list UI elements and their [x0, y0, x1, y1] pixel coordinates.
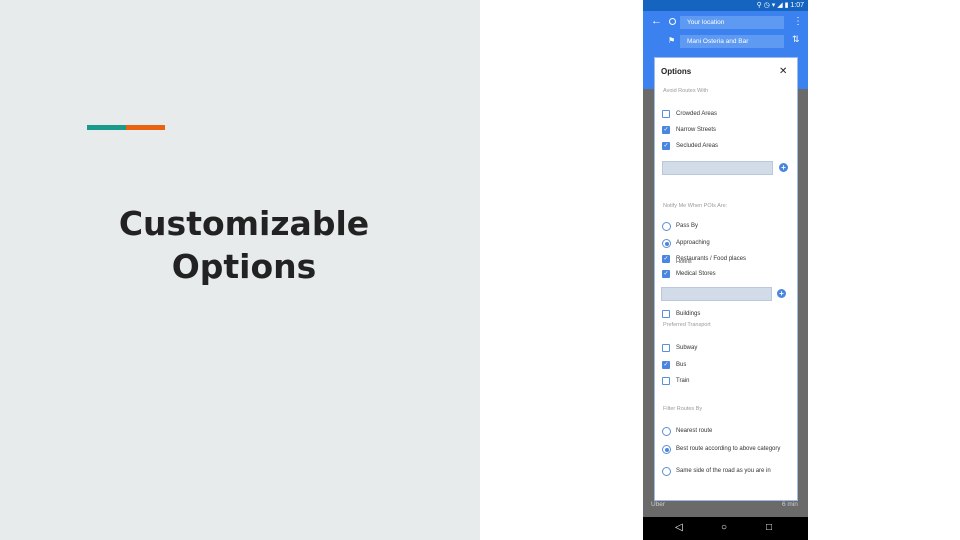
- radio-label: Same side of the road as you are in: [676, 468, 771, 474]
- checkbox-box[interactable]: [662, 344, 670, 352]
- destination-pin-icon: ⚑: [668, 36, 676, 45]
- dialog-title: Options: [661, 67, 692, 76]
- swap-icon[interactable]: ⇅: [792, 34, 800, 45]
- uber-row-time: 6 min: [782, 501, 798, 508]
- checkbox-label: Medical Stores: [676, 271, 716, 277]
- back-arrow-icon[interactable]: ←: [651, 15, 662, 27]
- radio-circle[interactable]: [662, 239, 671, 248]
- recents-icon[interactable]: □: [766, 522, 772, 533]
- radio-circle[interactable]: [662, 467, 671, 476]
- slide-title-line-1: Customizable: [118, 204, 370, 243]
- radio-label: Nearest route: [676, 428, 713, 434]
- more-options-icon[interactable]: ⋮: [793, 16, 803, 27]
- checkbox-box[interactable]: ✓: [662, 361, 670, 369]
- checkbox-box[interactable]: ✓: [662, 142, 670, 150]
- checkbox-label: Secluded Areas: [676, 143, 719, 149]
- close-icon[interactable]: ✕: [779, 66, 787, 77]
- checkbox-box[interactable]: [662, 377, 670, 385]
- overlapping-label: Hotels: [676, 259, 692, 265]
- slide-left-panel: Customizable Options: [0, 0, 480, 540]
- android-nav-bar: ◁ ○ □: [643, 517, 808, 540]
- checkbox-box[interactable]: ✓: [662, 255, 670, 263]
- status-icons: ⚲ ◷ ▾ ◢ ▮: [756, 2, 791, 9]
- checkbox-box[interactable]: ✓: [662, 126, 670, 134]
- section-filter-heading: Filter Routes By: [663, 406, 703, 412]
- home-icon[interactable]: ○: [721, 522, 727, 533]
- checkbox-label: Bus: [676, 362, 687, 368]
- section-avoid-heading: Avoid Routes With: [663, 88, 709, 94]
- my-location-icon: [669, 18, 676, 25]
- checkbox-label: Crowded Areas: [676, 111, 718, 117]
- accent-bar-teal: [87, 125, 126, 130]
- section-transport-heading: Preferred Transport: [663, 322, 711, 328]
- checkbox-label: Train: [676, 378, 690, 384]
- section-notify-heading: Notify Me When POIs Are:: [663, 203, 728, 209]
- status-bar: ⚲ ◷ ▾ ◢ ▮ 1:07: [643, 0, 808, 11]
- radio-label: Best route according to above category: [676, 446, 781, 452]
- notify-custom-input[interactable]: [661, 287, 772, 301]
- avoid-custom-input[interactable]: [662, 161, 773, 175]
- checkbox-label: Subway: [676, 345, 698, 351]
- origin-field[interactable]: Your location: [680, 16, 784, 29]
- checkbox-label: Narrow Streets: [676, 127, 717, 133]
- radio-circle[interactable]: [662, 222, 671, 231]
- checkbox-box[interactable]: ✓: [662, 270, 670, 278]
- checkbox-box[interactable]: [662, 110, 670, 118]
- phone-screenshot: ⚲ ◷ ▾ ◢ ▮ 1:07 ← ⚑ Your location Mani Os…: [643, 0, 808, 540]
- radio-label: Approaching: [676, 240, 710, 246]
- checkbox-label: Buildings: [676, 311, 701, 317]
- slide-title: Customizable Options: [0, 202, 488, 288]
- add-avoid-button[interactable]: +: [779, 163, 788, 172]
- add-notify-button[interactable]: +: [777, 289, 786, 298]
- destination-field[interactable]: Mani Osteria and Bar: [680, 35, 784, 48]
- radio-circle[interactable]: [662, 427, 671, 436]
- checkbox-box[interactable]: [662, 310, 670, 318]
- radio-label: Pass By: [676, 223, 699, 229]
- slide-title-line-2: Options: [171, 247, 317, 286]
- uber-row-label: Uber: [651, 501, 666, 508]
- radio-circle[interactable]: [662, 445, 671, 454]
- options-dialog: Options ✕ Avoid Routes With Crowded Area…: [654, 57, 798, 501]
- status-time: 1:07: [790, 2, 804, 9]
- back-icon[interactable]: ◁: [675, 522, 683, 533]
- accent-bar-orange: [126, 125, 165, 130]
